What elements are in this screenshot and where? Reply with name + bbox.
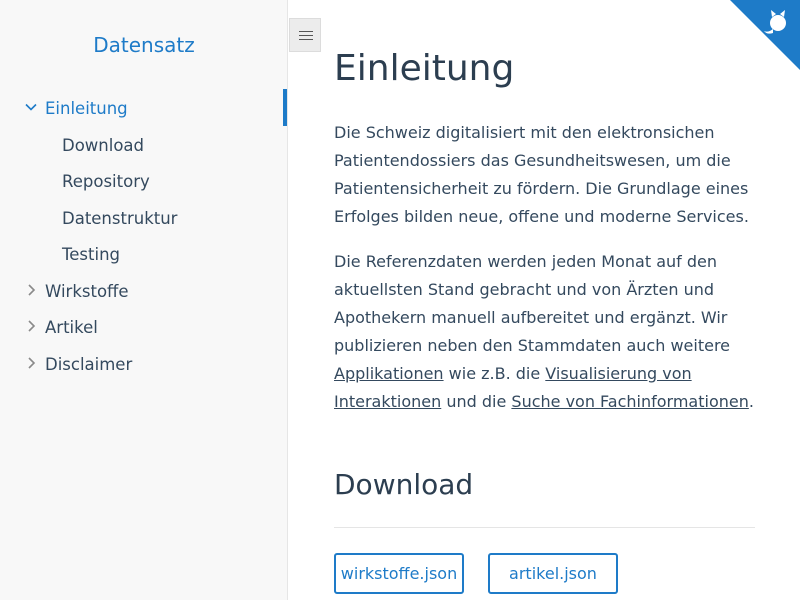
divider: [334, 527, 755, 528]
applikationen-link[interactable]: Applikationen: [334, 364, 444, 383]
active-indicator: [283, 89, 287, 126]
sidebar-item-datenstruktur[interactable]: Datenstruktur: [0, 206, 288, 234]
paragraph-text: wie z.B. die: [443, 364, 546, 383]
page-title: Einleitung: [334, 48, 515, 89]
sidebar-item-label: Artikel: [45, 318, 98, 337]
github-corner-link[interactable]: [730, 0, 800, 70]
hamburger-menu-icon: [299, 31, 313, 32]
sidebar-item-label: Download: [62, 136, 145, 155]
data-paragraph: Die Referenzdaten werden jeden Monat auf…: [334, 248, 764, 416]
intro-paragraph: Die Schweiz digitalisiert mit den elektr…: [334, 123, 749, 226]
sidebar-item-testing[interactable]: Testing: [0, 242, 288, 270]
app-name-link[interactable]: Datensatz: [0, 33, 288, 57]
paragraph-text: und die: [441, 392, 512, 411]
fachinformationen-link[interactable]: Suche von Fachinformationen: [511, 392, 748, 411]
artikel-download-button[interactable]: artikel.json: [488, 553, 618, 594]
sidebar-item-label: Einleitung: [45, 99, 128, 118]
sidebar-item-disclaimer[interactable]: Disclaimer: [0, 352, 288, 380]
chevron-right-icon: [28, 320, 36, 332]
sidebar-item-repository[interactable]: Repository: [0, 169, 288, 197]
sidebar-item-label: Datenstruktur: [62, 209, 178, 228]
sidebar-item-wirkstoffe[interactable]: Wirkstoffe: [0, 279, 288, 307]
sidebar-item-label: Disclaimer: [45, 355, 133, 374]
paragraph-text: .: [748, 392, 754, 411]
chevron-right-icon: [28, 357, 36, 369]
sidebar-item-einleitung[interactable]: Einleitung: [0, 96, 288, 124]
sidebar-item-artikel[interactable]: Artikel: [0, 315, 288, 343]
sidebar-item-label: Repository: [62, 172, 150, 191]
sidebar-item-label: Testing: [62, 245, 121, 264]
chevron-right-icon: [28, 284, 36, 296]
wirkstoffe-download-button[interactable]: wirkstoffe.json: [334, 553, 464, 594]
sidebar-toggle-button[interactable]: [289, 18, 321, 52]
sidebar-item-download[interactable]: Download: [0, 133, 288, 161]
download-heading: Download: [334, 468, 474, 501]
paragraph-text: Die Referenzdaten werden jeden Monat auf…: [334, 252, 731, 355]
chevron-down-icon: [25, 103, 37, 111]
sidebar-item-label: Wirkstoffe: [45, 282, 129, 301]
sidebar: Datensatz Einleitung Download Repository…: [0, 0, 288, 600]
